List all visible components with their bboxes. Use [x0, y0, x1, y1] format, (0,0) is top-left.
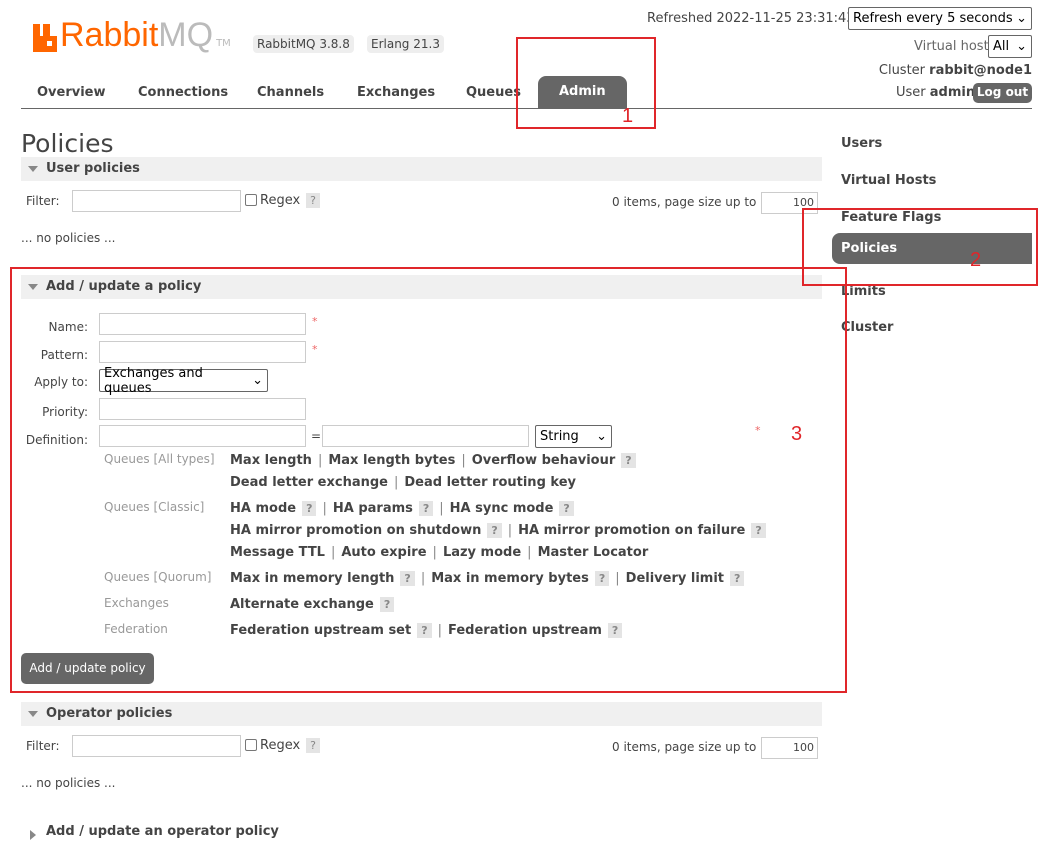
user-policies-filter-input[interactable] [72, 190, 241, 212]
page-size-input[interactable]: 100 [761, 737, 818, 759]
refreshed-timestamp: Refreshed 2022-11-25 23:31:43 [647, 11, 855, 26]
sidebar-item-cluster[interactable]: Cluster [832, 314, 1032, 341]
annotation-label-2: 2 [970, 249, 982, 271]
refresh-interval-select[interactable]: Refresh every 5 seconds ⌄ [848, 7, 1032, 30]
checkbox-icon [245, 194, 257, 206]
logo-tm: TM [216, 38, 231, 49]
page-title: Policies [21, 129, 114, 158]
operator-policies-filter-input[interactable] [72, 735, 241, 757]
collapse-triangle-icon [28, 711, 38, 717]
filter-label: Filter: [26, 194, 60, 208]
erlang-badge: Erlang 21.3 [367, 35, 444, 53]
annotation-box-1 [516, 37, 656, 129]
regex-checkbox[interactable]: Regex? [245, 738, 321, 753]
refresh-select-value: Refresh every 5 seconds [853, 11, 1013, 26]
operator-policies-header[interactable]: Operator policies [21, 702, 822, 726]
add-operator-policy-header[interactable]: Add / update an operator policy [21, 824, 421, 840]
filter-label: Filter: [26, 739, 60, 753]
vhost-select-value: All [993, 39, 1010, 54]
help-icon[interactable]: ? [306, 738, 321, 753]
annotation-box-3 [10, 267, 847, 693]
section-title: Operator policies [46, 706, 173, 721]
no-policies-text: ... no policies ... [21, 776, 116, 790]
annotation-label-1: 1 [622, 105, 634, 127]
no-policies-text: ... no policies ... [21, 231, 116, 245]
logo-text-mq: MQ [158, 16, 214, 54]
tab-connections[interactable]: Connections [138, 85, 228, 100]
section-title: Add / update an operator policy [46, 824, 279, 839]
rabbit-logo-icon [33, 20, 57, 52]
collapse-triangle-icon [28, 166, 38, 172]
sidebar-item-virtual-hosts[interactable]: Virtual Hosts [832, 167, 1032, 194]
tab-channels[interactable]: Channels [257, 85, 324, 100]
version-badge: RabbitMQ 3.8.8 [253, 35, 354, 53]
sidebar-item-users[interactable]: Users [832, 130, 1032, 157]
help-icon[interactable]: ? [306, 193, 321, 208]
chevron-down-icon: ⌄ [1016, 11, 1027, 26]
vhost-label: Virtual host [914, 39, 989, 54]
items-count: 0 items, page size up to [612, 740, 757, 754]
section-title: User policies [46, 161, 140, 176]
annotation-label-3: 3 [791, 423, 803, 445]
tab-exchanges[interactable]: Exchanges [357, 85, 435, 100]
regex-label: Regex [260, 193, 301, 208]
tab-queues[interactable]: Queues [466, 85, 521, 100]
items-count: 0 items, page size up to [612, 195, 757, 209]
chevron-down-icon: ⌄ [1016, 39, 1027, 54]
regex-label: Regex [260, 738, 301, 753]
logo-text: Rabbit [60, 16, 159, 54]
vhost-select[interactable]: All ⌄ [988, 35, 1032, 58]
rabbitmq-logo: Rabbit MQ TM [33, 16, 231, 52]
expand-triangle-icon [30, 830, 36, 840]
regex-checkbox[interactable]: Regex? [245, 193, 321, 208]
checkbox-icon [245, 739, 257, 751]
user-policies-header[interactable]: User policies [21, 157, 822, 181]
tab-overview[interactable]: Overview [37, 85, 106, 100]
